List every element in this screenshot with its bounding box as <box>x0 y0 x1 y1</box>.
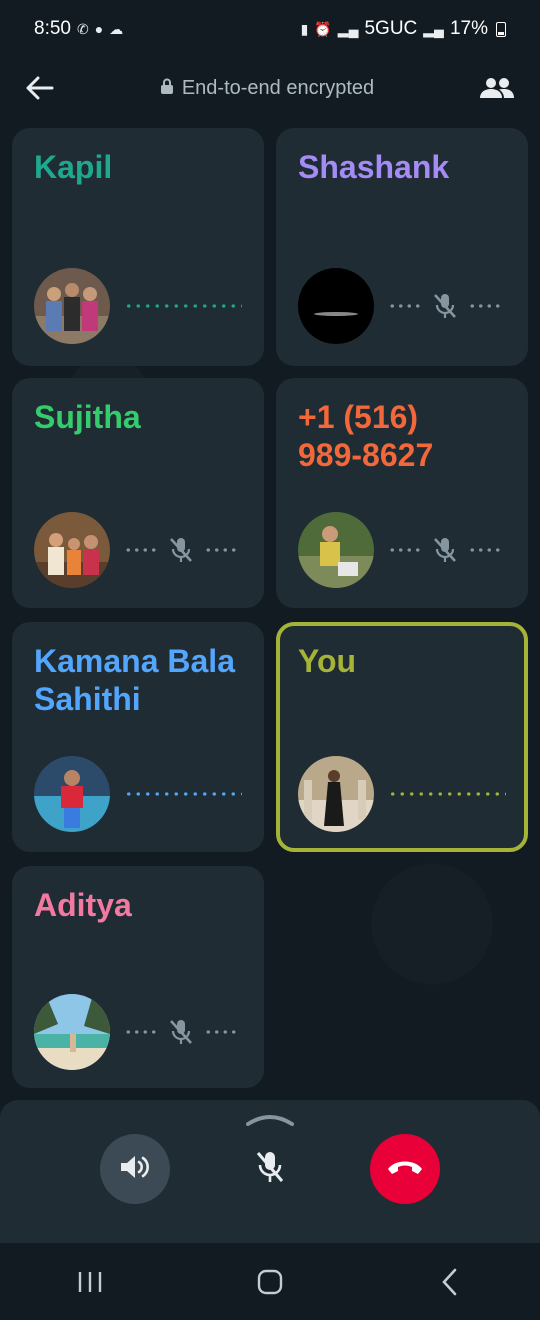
participant-tile-shashank[interactable]: Shashank <box>276 128 528 366</box>
lock-icon <box>160 77 174 100</box>
status-dots <box>124 548 158 552</box>
speaker-button[interactable] <box>100 1134 170 1204</box>
avatar <box>34 756 110 832</box>
mute-button[interactable] <box>235 1134 305 1204</box>
network-type: 5GUC <box>364 18 418 39</box>
end-call-icon <box>385 1157 425 1182</box>
notification-icon: ● <box>94 21 104 37</box>
mic-off-icon <box>430 291 460 321</box>
avatar <box>34 994 110 1070</box>
battery-icon <box>496 21 506 37</box>
avatar <box>298 512 374 588</box>
mic-off-icon <box>166 535 196 565</box>
participants-icon[interactable] <box>478 72 516 104</box>
status-dots <box>388 304 422 308</box>
status-time: 8:50 <box>34 18 71 39</box>
speaker-icon <box>119 1153 151 1186</box>
status-dots <box>204 1030 238 1034</box>
battery-percent: 17% <box>449 18 488 39</box>
participant-tile-sujitha[interactable]: Sujitha <box>12 378 264 608</box>
signal-icon: ▂▄ <box>337 20 359 37</box>
mic-off-icon <box>166 1017 196 1047</box>
encryption-notice: End-to-end encrypted <box>160 77 374 100</box>
system-nav-bar <box>0 1243 540 1320</box>
home-button[interactable] <box>240 1252 300 1312</box>
speaking-indicator <box>388 792 506 796</box>
signal-icon-2: ▂▄ <box>423 20 444 37</box>
status-dots <box>468 304 502 308</box>
back-arrow-icon[interactable] <box>24 72 56 104</box>
end-call-button[interactable] <box>370 1134 440 1204</box>
cloud-icon: ☁ <box>109 20 124 37</box>
mic-status <box>124 1017 238 1047</box>
participant-tile-you[interactable]: You <box>276 622 528 852</box>
status-dots <box>124 1030 158 1034</box>
avatar <box>34 268 110 344</box>
avatar <box>34 512 110 588</box>
mic-off-icon <box>254 1149 286 1190</box>
status-dots <box>204 548 238 552</box>
expand-handle-icon[interactable] <box>246 1112 294 1126</box>
mic-off-icon <box>430 535 460 565</box>
encryption-label: End-to-end encrypted <box>181 76 375 99</box>
speaking-indicator <box>124 792 242 796</box>
call-icon: ✆ <box>76 20 89 37</box>
participant-name: Kapil <box>34 149 113 185</box>
mic-status <box>388 535 502 565</box>
status-bar: 8:50 ✆ ● ☁ ▮ ⏰ ▂▄ 5GUC ▂▄ 17% <box>0 0 540 58</box>
speaking-indicator <box>124 304 242 308</box>
status-dots <box>388 548 422 552</box>
participant-tile-kapil[interactable]: Kapil <box>12 128 264 366</box>
recent-apps-button[interactable] <box>60 1252 120 1312</box>
participant-tile-kamana[interactable]: Kamana Bala Sahithi <box>12 622 264 852</box>
avatar <box>298 756 374 832</box>
battery-saver-icon: ▮ <box>300 20 309 37</box>
participant-tile-phone-number[interactable]: +1 (516) 989-8627 <box>276 378 528 608</box>
participant-name: Kamana Bala Sahithi <box>34 643 235 717</box>
status-dots <box>468 548 502 552</box>
mic-status <box>388 291 502 321</box>
participant-name: +1 (516) 989-8627 <box>298 399 434 473</box>
participant-name: Shashank <box>298 149 450 185</box>
call-controls-panel <box>0 1100 540 1243</box>
participant-name: Aditya <box>34 887 132 923</box>
participant-name: You <box>298 643 357 679</box>
alarm-icon: ⏰ <box>314 20 332 37</box>
participant-tile-aditya[interactable]: Aditya <box>12 866 264 1088</box>
mic-status <box>124 535 238 565</box>
avatar <box>298 268 374 344</box>
back-nav-button[interactable] <box>420 1252 480 1312</box>
call-header: End-to-end encrypted <box>0 62 540 114</box>
participant-name: Sujitha <box>34 399 141 435</box>
